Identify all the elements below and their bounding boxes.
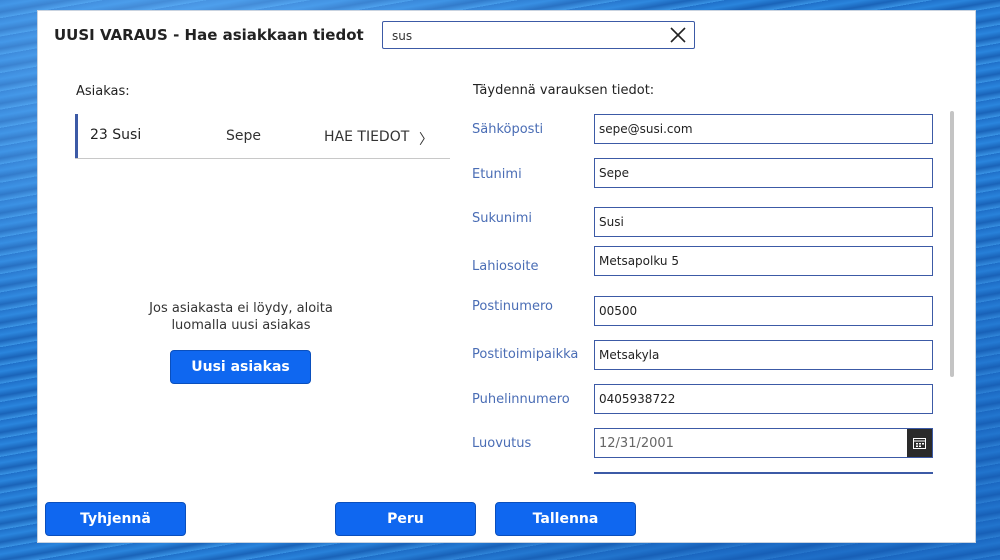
new-customer-button[interactable]: Uusi asiakas [170,350,311,384]
no-customer-hint: Jos asiakasta ei löydy, aloita luomalla … [149,301,333,333]
phone-label: Puhelinnumero [472,392,570,407]
street-address-value: Metsapolku 5 [599,254,679,268]
search-input[interactable]: sus [382,21,695,49]
postal-code-value: 00500 [599,304,638,318]
postal-code-field[interactable]: 00500 [594,296,933,326]
page-title: UUSI VARAUS - Hae asiakkaan tiedot [54,26,364,44]
booking-panel: UUSI VARAUS - Hae asiakkaan tiedot sus A… [37,10,976,543]
first-name-label: Etunimi [472,167,522,182]
customer-section-label: Asiakas: [76,84,130,99]
customer-row[interactable]: 23 Susi Sepe HAE TIEDOT 〉 [75,114,450,159]
save-button[interactable]: Tallenna [495,502,636,536]
street-address-label: Lahiosoite [472,259,539,274]
handover-label: Luovutus [472,436,532,451]
first-name-value: Sepe [599,166,629,180]
last-name-value: Susi [599,215,624,229]
selection-indicator [75,114,78,158]
calendar-icon[interactable] [907,429,932,457]
customer-first-name: Sepe [226,128,261,144]
form-scrollbar[interactable] [950,111,954,377]
first-name-field[interactable]: Sepe [594,158,933,188]
last-name-field[interactable]: Susi [594,207,933,237]
phone-value: 0405938722 [599,392,676,406]
phone-field[interactable]: 0405938722 [594,384,933,414]
clear-button[interactable]: Tyhjennä [45,502,186,536]
customer-number-surname: 23 Susi [90,127,142,143]
post-office-field[interactable]: Metsakyla [594,340,933,370]
next-field-edge [594,472,933,474]
close-icon[interactable] [668,25,688,45]
email-field[interactable]: sepe@susi.com [594,114,933,144]
email-label: Sähköposti [472,122,544,137]
street-address-field[interactable]: Metsapolku 5 [594,246,933,276]
post-office-label: Postitoimipaikka [472,347,579,362]
post-office-value: Metsakyla [599,348,660,362]
details-section-label: Täydennä varauksen tiedot: [473,83,655,98]
handover-date-value: 12/31/2001 [599,436,674,451]
cancel-button[interactable]: Peru [335,502,476,536]
fetch-details-link[interactable]: HAE TIEDOT [324,129,409,145]
chevron-right-icon[interactable]: 〉 [419,129,433,149]
search-value[interactable]: sus [392,29,412,43]
handover-date-picker[interactable]: 12/31/2001 [594,428,933,458]
last-name-label: Sukunimi [472,211,532,226]
postal-code-label: Postinumero [472,299,553,314]
email-value: sepe@susi.com [599,122,693,136]
